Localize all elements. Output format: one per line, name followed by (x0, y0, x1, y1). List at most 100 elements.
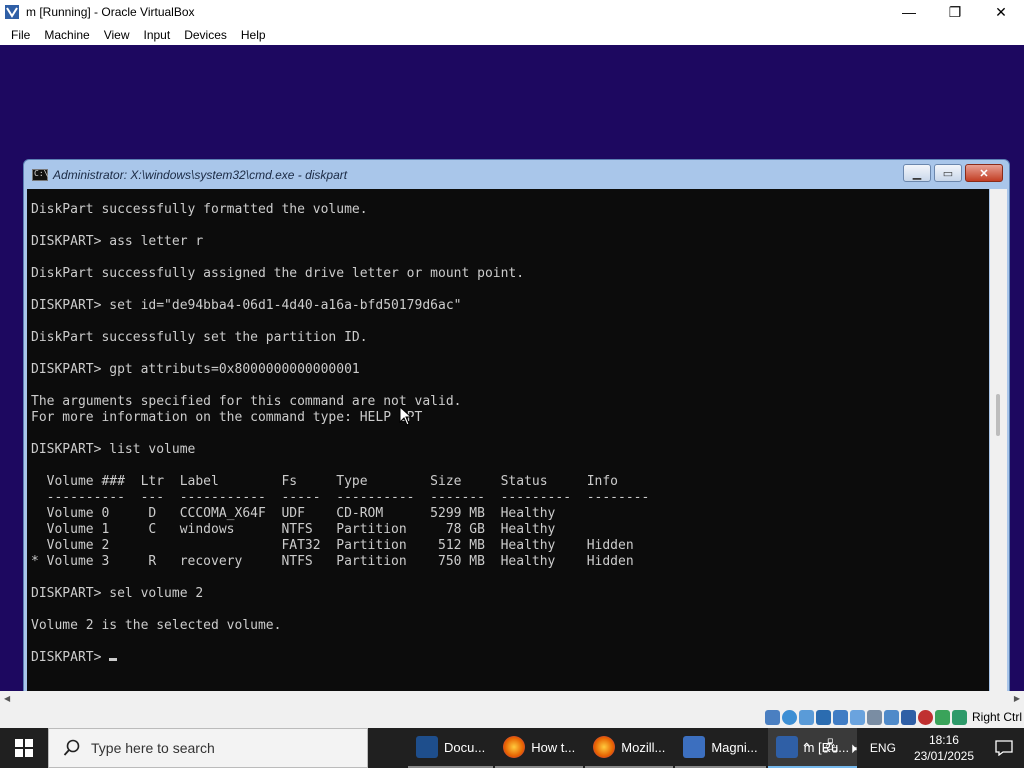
clock[interactable]: 18:16 23/01/2025 (914, 732, 974, 764)
minimize-button[interactable]: — (886, 0, 932, 24)
notification-icon[interactable] (984, 728, 1024, 768)
taskbar-item-firefox-2[interactable]: Mozill... (585, 728, 674, 768)
network-icon[interactable] (815, 709, 831, 725)
close-button[interactable]: ✕ (978, 0, 1024, 24)
menu-file[interactable]: File (4, 28, 37, 42)
firefox-icon (593, 736, 616, 758)
window-title: m [Running] - Oracle VirtualBox (26, 5, 195, 19)
menu-help[interactable]: Help (234, 28, 273, 42)
clock-date: 23/01/2025 (913, 749, 974, 763)
console-line: The arguments specified for this command… (31, 394, 462, 409)
taskbar-item-label: Mozill... (621, 739, 666, 755)
vbox-statusbar: Right Ctrl (0, 706, 1024, 728)
menu-machine[interactable]: Machine (37, 28, 96, 42)
text-cursor (109, 658, 118, 661)
display-icon[interactable] (866, 709, 882, 725)
search-icon (63, 739, 80, 756)
cmd-titlebar[interactable]: C:\ Administrator: X:\windows\system32\c… (24, 160, 1009, 189)
console-line: DISKPART> ass letter r (31, 234, 204, 249)
vbox-hscrollbar[interactable]: ◀ ▶ (0, 691, 1024, 706)
menu-bar: File Machine View Input Devices Help (0, 24, 1024, 45)
cmd-title: Administrator: X:\windows\system32\cmd.e… (53, 167, 348, 182)
menu-input[interactable]: Input (137, 28, 178, 42)
taskbar-search-box[interactable]: Type here to search (48, 728, 368, 768)
maximize-button[interactable]: ❐ (932, 0, 978, 24)
vbox-titlebar: m [Running] - Oracle VirtualBox — ❐ ✕ (0, 0, 1024, 24)
console-line: Volume 2 FAT32 Partition 512 MB Healthy … (31, 538, 634, 553)
hard-disk-icon[interactable] (764, 709, 780, 725)
usb-icon[interactable] (832, 709, 848, 725)
start-button[interactable] (0, 728, 48, 768)
firefox-icon (503, 736, 526, 758)
capture-icon[interactable] (883, 709, 899, 725)
console-line: Volume 2 is the selected volume. (31, 618, 282, 633)
virtualbox-icon (775, 736, 798, 758)
clock-time: 18:16 (928, 733, 959, 747)
console-line: DISKPART> set id="de94bba4-06d1-4d40-a16… (31, 298, 462, 313)
scroll-right-icon[interactable]: ▶ (1014, 694, 1020, 703)
system-tray: ⌃ 🖧 🕨 ENG 18:16 23/01/2025 (796, 728, 1024, 768)
recording-icon[interactable] (917, 709, 933, 725)
guest-display[interactable]: C:\ Administrator: X:\windows\system32\c… (0, 45, 1024, 691)
cmd-minimize-button[interactable]: ▁ (903, 164, 931, 182)
console-line: DISKPART> list volume (31, 442, 196, 457)
console-line: DiskPart successfully formatted the volu… (31, 202, 368, 217)
console-line: DISKPART> gpt attributs=0x80000000000000… (31, 362, 360, 377)
search-placeholder: Type here to search (91, 740, 215, 756)
console-line: For more information on the command type… (31, 410, 423, 425)
cmd-close-button[interactable]: ✕ (965, 164, 1003, 182)
host-key-label: Right Ctrl (971, 710, 1022, 724)
guest-additions-icon[interactable] (934, 709, 950, 725)
console-line: * Volume 3 R recovery NTFS Partition 750… (31, 554, 634, 569)
document-icon (416, 736, 438, 758)
taskbar-item-document[interactable]: Docu... (408, 728, 494, 768)
audio-icon[interactable] (798, 709, 814, 725)
cmd-scrollbar[interactable] (990, 189, 1007, 691)
optical-drive-icon[interactable] (781, 709, 797, 725)
cmd-icon: C:\ (32, 168, 48, 181)
taskbar-item-label: Docu... (444, 739, 486, 755)
cmd-restore-button[interactable]: ▭ (934, 164, 962, 182)
language-indicator[interactable]: ENG (870, 741, 896, 755)
scrollbar-thumb[interactable] (996, 394, 1000, 436)
chevron-up-icon[interactable]: ⌃ (801, 740, 813, 757)
virtualbox-icon (5, 5, 19, 19)
taskbar: Type here to search Docu... How t... Moz… (0, 728, 1024, 768)
menu-devices[interactable]: Devices (177, 28, 234, 42)
scroll-left-icon[interactable]: ◀ (4, 694, 10, 703)
console-prompt[interactable]: DISKPART> (31, 650, 989, 666)
console-line: DISKPART> sel volume 2 (31, 586, 204, 601)
console-line: DiskPart successfully set the partition … (31, 330, 368, 345)
menu-view[interactable]: View (97, 28, 137, 42)
virtualization-icon[interactable] (900, 709, 916, 725)
taskbar-item-label: How t... (531, 739, 576, 755)
shared-folders-icon[interactable] (849, 709, 865, 725)
network-icon[interactable]: 🖧 (822, 736, 838, 760)
taskbar-item-label: Magni... (711, 739, 758, 755)
console-line: Volume 0 D CCCOMA_X64F UDF CD-ROM 5299 M… (31, 506, 556, 521)
mouse-integration-icon[interactable] (951, 709, 967, 725)
console-line: DiskPart successfully assigned the drive… (31, 266, 525, 281)
console-line: Volume 1 C windows NTFS Partition 78 GB … (31, 522, 556, 537)
speaker-muted-icon[interactable]: 🕨 (848, 740, 857, 757)
windows-logo-icon (15, 739, 33, 757)
console-line: ---------- --- ----------- ----- -------… (31, 490, 650, 505)
taskbar-item-magnifier[interactable]: Magni... (675, 728, 766, 768)
cmd-window[interactable]: C:\ Administrator: X:\windows\system32\c… (23, 159, 1010, 691)
magnifier-icon (683, 736, 706, 758)
console-line: Volume ### Ltr Label Fs Type Size Status… (31, 474, 618, 489)
taskbar-item-firefox-1[interactable]: How t... (495, 728, 584, 768)
console-output[interactable]: DiskPart successfully formatted the volu… (27, 189, 989, 691)
mouse-pointer-icon (399, 406, 413, 426)
